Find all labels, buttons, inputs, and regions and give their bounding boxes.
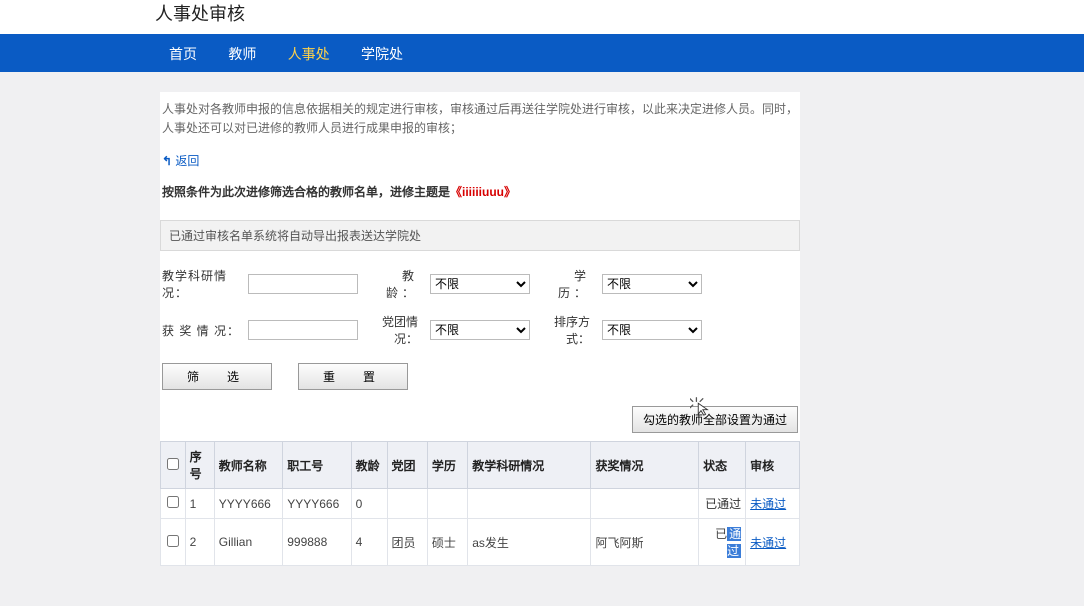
rule-topic: 《iiiiiiuuu》 xyxy=(450,185,516,199)
back-link[interactable]: 返回 xyxy=(160,148,800,179)
select-all-checkbox[interactable] xyxy=(167,458,179,470)
cell-award xyxy=(591,489,699,519)
table-row: 1 YYYY666 YYYY666 0 已通过 未通过 xyxy=(161,489,800,519)
filter-row-1: 教学科研情况： 教 龄： 不限 学 历： 不限 xyxy=(160,261,800,307)
th-audit: 审核 xyxy=(746,442,800,489)
party-select[interactable]: 不限 xyxy=(430,320,530,340)
cell-edu xyxy=(427,489,467,519)
cell-age: 4 xyxy=(351,519,387,566)
rule-line: 按照条件为此次进修筛选合格的教师名单，进修主题是《iiiiiiuuu》 xyxy=(160,179,800,208)
top-nav: 首页 教师 人事处 学院处 xyxy=(0,34,1084,72)
sort-select[interactable]: 不限 xyxy=(602,320,702,340)
teacher-table: 序号 教师名称 职工号 教龄 党团 学历 教学科研情况 获奖情况 状态 审核 xyxy=(160,441,800,566)
cell-gh: 999888 xyxy=(283,519,351,566)
cell-audit: 未通过 xyxy=(746,519,800,566)
cell-party: 团员 xyxy=(387,519,427,566)
row-checkbox[interactable] xyxy=(167,496,179,508)
edu-select[interactable]: 不限 xyxy=(602,274,702,294)
cell-edu: 硕士 xyxy=(427,519,467,566)
note-bar: 已通过审核名单系统将自动导出报表送达学院处 xyxy=(160,220,800,251)
filter-button[interactable]: 筛 选 xyxy=(162,363,272,390)
filter-label-award: 获 奖 情 况： xyxy=(162,322,240,339)
th-age: 教龄 xyxy=(351,442,387,489)
th-idx: 序号 xyxy=(185,442,214,489)
rule-prefix: 按照条件为此次进修筛选合格的教师名单，进修主题是 xyxy=(162,185,450,199)
cell-idx: 1 xyxy=(185,489,214,519)
filter-label-research: 教学科研情况： xyxy=(162,267,240,301)
table-row: 2 Gillian 999888 4 团员 硕士 as发生 阿飞阿斯 已通过 未… xyxy=(161,519,800,566)
award-input[interactable] xyxy=(248,320,358,340)
filter-row-2: 获 奖 情 况： 党团情况： 不限 排序方式： 不限 xyxy=(160,307,800,353)
cell-age: 0 xyxy=(351,489,387,519)
th-status: 状态 xyxy=(699,442,746,489)
button-row: 筛 选 重 置 xyxy=(160,353,800,398)
cell-gh: YYYY666 xyxy=(283,489,351,519)
research-input[interactable] xyxy=(248,274,358,294)
nav-college[interactable]: 学院处 xyxy=(347,34,417,74)
filter-label-party: 党团情况： xyxy=(366,313,422,347)
th-edu: 学历 xyxy=(427,442,467,489)
nav-hr[interactable]: 人事处 xyxy=(274,34,344,74)
description-text: 人事处对各教师申报的信息依据相关的规定进行审核，审核通过后再送往学院处进行审核，… xyxy=(160,92,800,148)
cell-status: 已通过 xyxy=(699,519,746,566)
cell-idx: 2 xyxy=(185,519,214,566)
cell-status: 已通过 xyxy=(699,489,746,519)
th-party: 党团 xyxy=(387,442,427,489)
cell-research: as发生 xyxy=(468,519,591,566)
page-title: 人事处审核 xyxy=(0,0,1084,34)
filter-label-edu: 学 历： xyxy=(538,267,594,301)
cell-name: Gillian xyxy=(214,519,282,566)
age-select[interactable]: 不限 xyxy=(430,274,530,294)
filter-label-age: 教 龄： xyxy=(366,267,422,301)
cell-audit: 未通过 xyxy=(746,489,800,519)
row-checkbox[interactable] xyxy=(167,535,179,547)
th-gh: 职工号 xyxy=(283,442,351,489)
th-research: 教学科研情况 xyxy=(468,442,591,489)
cell-research xyxy=(468,489,591,519)
reset-button[interactable]: 重 置 xyxy=(298,363,408,390)
cell-name: YYYY666 xyxy=(214,489,282,519)
cell-party xyxy=(387,489,427,519)
audit-link[interactable]: 未通过 xyxy=(750,536,786,550)
th-name: 教师名称 xyxy=(214,442,282,489)
audit-link[interactable]: 未通过 xyxy=(750,497,786,511)
nav-teacher[interactable]: 教师 xyxy=(214,34,270,74)
set-pass-row: 勾选的教师全部设置为通过 xyxy=(160,398,800,441)
set-all-pass-button[interactable]: 勾选的教师全部设置为通过 xyxy=(632,406,798,433)
cell-award: 阿飞阿斯 xyxy=(591,519,699,566)
filter-label-sort: 排序方式： xyxy=(538,313,594,347)
th-award: 获奖情况 xyxy=(591,442,699,489)
nav-home[interactable]: 首页 xyxy=(155,34,211,74)
th-checkbox xyxy=(161,442,186,489)
table-header-row: 序号 教师名称 职工号 教龄 党团 学历 教学科研情况 获奖情况 状态 审核 xyxy=(161,442,800,489)
